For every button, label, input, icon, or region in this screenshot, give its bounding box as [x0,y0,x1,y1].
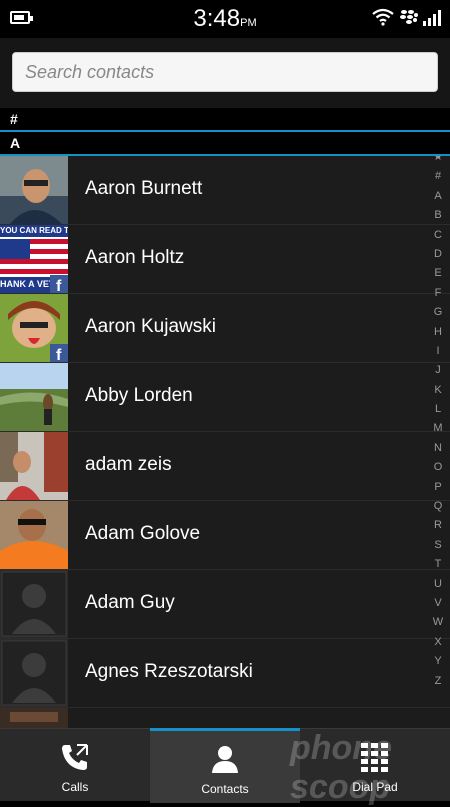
contact-list[interactable]: Aaron Burnett f YOU CAN READ TH HANK A V… [0,156,450,728]
flag-photo-text-bottom: HANK A VET [0,279,50,289]
phone-call-icon [62,744,88,770]
index-letter[interactable]: E [426,264,450,283]
tab-contacts-label: Contacts [201,782,249,796]
index-letter[interactable]: G [426,303,450,322]
index-letter[interactable]: M [426,419,450,438]
contact-name: Adam Golove [85,523,201,544]
contact-avatar [0,570,68,638]
index-letter[interactable]: Y [426,652,450,671]
section-header-a: A [0,132,450,156]
index-letter[interactable]: L [426,400,450,419]
alphabet-index[interactable]: ★ # A B C D E F G H I J K L M N O P Q R S T U V W X Y Z [426,156,450,691]
index-letter[interactable]: U [426,575,450,594]
index-letter[interactable]: W [426,613,450,632]
index-letter[interactable]: H [426,323,450,342]
contact-row[interactable]: Abby Lorden [0,363,450,432]
index-letter[interactable]: Z [426,672,450,691]
contact-avatar [0,501,68,569]
contact-name: Abby Lorden [85,385,193,406]
contact-avatar [0,363,68,431]
index-letter[interactable]: V [426,594,450,613]
index-letter[interactable]: R [426,516,450,535]
search-bar: Search contacts [0,38,450,108]
person-icon [212,746,238,773]
contact-row-partial[interactable] [0,708,450,728]
flag-photo-text-top: YOU CAN READ TH [0,226,68,235]
contact-name: Aaron Burnett [85,178,203,199]
index-letter[interactable]: K [426,381,450,400]
contact-avatar [0,156,68,224]
index-letter[interactable]: X [426,633,450,652]
contact-avatar [0,708,68,728]
signal-icon [423,10,441,26]
index-letter[interactable]: T [426,555,450,574]
index-letter[interactable]: C [426,226,450,245]
contact-name: Aaron Holtz [85,247,185,268]
index-letter[interactable]: # [426,167,450,186]
search-input[interactable]: Search contacts [12,52,438,92]
index-letter[interactable]: ★ [426,156,450,167]
contact-name: adam zeis [85,454,172,475]
contact-row[interactable]: f YOU CAN READ TH HANK A VET Aaron Holtz [0,225,450,294]
contact-row[interactable]: Adam Guy [0,570,450,639]
status-bar: 3:48PM [0,0,450,38]
contact-row[interactable]: Adam Golove [0,501,450,570]
contact-avatar: f [0,294,68,362]
contact-name: Agnes Rzeszotarski [85,661,253,682]
index-letter[interactable]: Q [426,497,450,516]
index-letter[interactable]: N [426,439,450,458]
tab-calls[interactable]: Calls [0,729,150,801]
contact-avatar [0,432,68,500]
index-letter[interactable]: P [426,478,450,497]
contact-row[interactable]: Agnes Rzeszotarski [0,639,450,708]
index-letter[interactable]: J [426,361,450,380]
contact-row[interactable]: Aaron Burnett [0,156,450,225]
index-letter[interactable]: F [426,284,450,303]
index-letter[interactable]: A [426,187,450,206]
contact-name: Aaron Kujawski [85,316,216,337]
bottom-nav: Calls Contacts Dial Pad phone scoop [0,728,450,806]
section-header-hash: # [0,108,450,132]
contact-avatar [0,639,68,707]
index-letter[interactable]: I [426,342,450,361]
svg-text:f: f [56,278,62,293]
index-letter[interactable]: O [426,458,450,477]
index-letter[interactable]: S [426,536,450,555]
tab-contacts[interactable]: Contacts [150,728,300,803]
contact-row[interactable]: adam zeis [0,432,450,501]
contact-row[interactable]: f Aaron Kujawski [0,294,450,363]
index-letter[interactable]: D [426,245,450,264]
contact-name: Adam Guy [85,592,175,613]
watermark: phone scoop [290,729,392,806]
wifi-icon [372,8,394,26]
blackberry-icon [400,10,418,24]
svg-text:f: f [56,347,62,362]
index-letter[interactable]: B [426,206,450,225]
tab-calls-label: Calls [61,780,89,794]
